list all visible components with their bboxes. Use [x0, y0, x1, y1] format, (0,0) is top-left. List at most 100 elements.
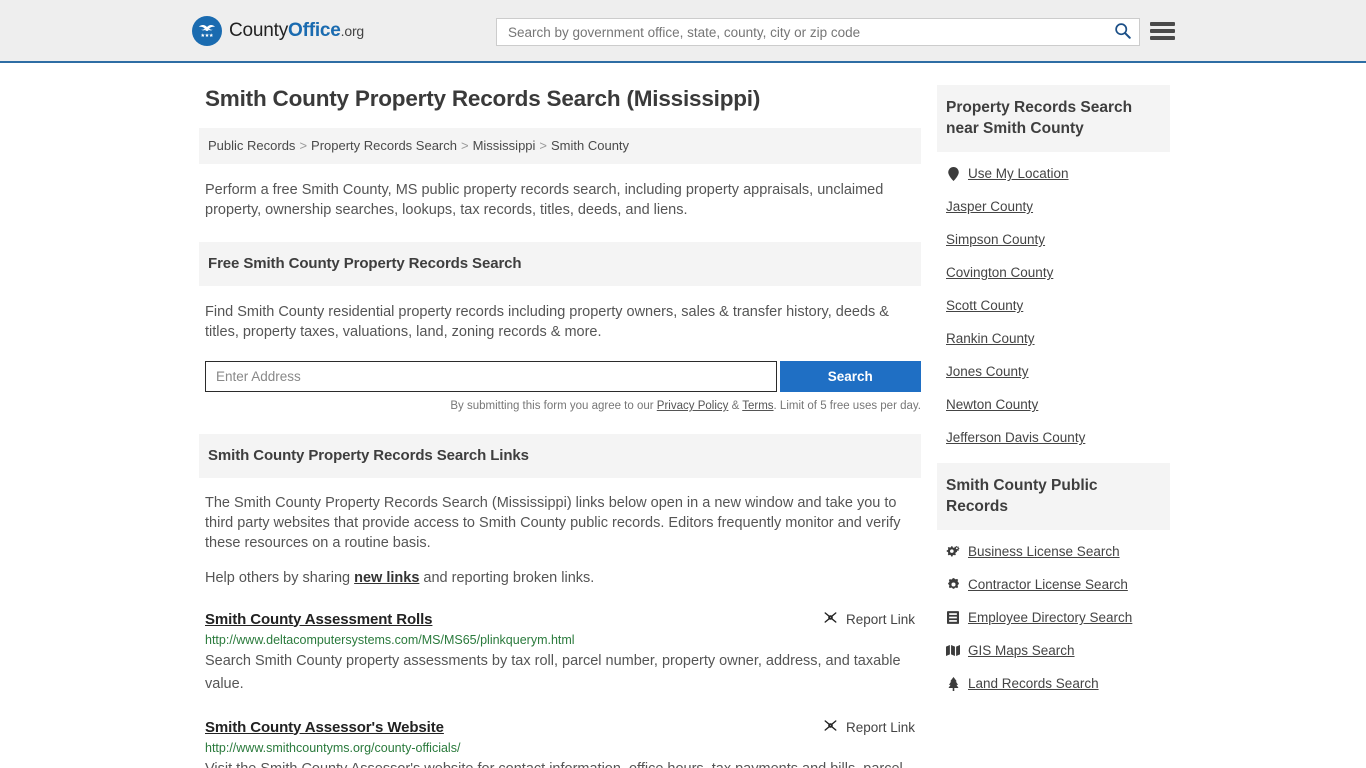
- sidebar-item-gis-maps-search[interactable]: GIS Maps Search: [946, 643, 1170, 658]
- sidebar-item-jasper-county[interactable]: Jasper County: [946, 199, 1170, 214]
- gear-icon: [946, 578, 960, 591]
- sidebar-link-scott-county[interactable]: Scott County: [946, 298, 1023, 313]
- breadcrumb-item-property-records-search[interactable]: Property Records Search: [311, 138, 457, 153]
- broken-link-icon: [823, 718, 838, 736]
- sidebar-link-jefferson-davis-county[interactable]: Jefferson Davis County: [946, 430, 1085, 445]
- breadcrumb-item-mississippi[interactable]: Mississippi: [473, 138, 536, 153]
- sidebar-public-records-box: Smith County Public Records Business Lic…: [937, 463, 1170, 691]
- resource-item: Smith County Assessor's Website Report L…: [205, 718, 921, 768]
- sidebar-link-contractor-license-search[interactable]: Contractor License Search: [968, 577, 1128, 592]
- terms-link[interactable]: Terms: [742, 400, 773, 412]
- sidebar-item-simpson-county[interactable]: Simpson County: [946, 232, 1170, 247]
- page-title: Smith County Property Records Search (Mi…: [205, 86, 761, 111]
- report-link-button[interactable]: Report Link: [823, 610, 915, 628]
- free-search-heading: Free Smith County Property Records Searc…: [199, 242, 921, 286]
- breadcrumb-item-smith-county[interactable]: Smith County: [551, 138, 629, 153]
- resource-url[interactable]: http://www.smithcountyms.org/county-offi…: [205, 741, 921, 755]
- sidebar-link-jones-county[interactable]: Jones County: [946, 364, 1029, 379]
- sidebar-nearby-heading: Property Records Search near Smith Count…: [937, 85, 1170, 152]
- sidebar-link-business-license-search[interactable]: Business License Search: [968, 544, 1120, 559]
- global-search-input[interactable]: [497, 23, 1105, 41]
- sidebar-item-covington-county[interactable]: Covington County: [946, 265, 1170, 280]
- new-links-link[interactable]: new links: [354, 570, 419, 586]
- breadcrumb: Public Records > Property Records Search > M…: [199, 128, 921, 164]
- sidebar-link-jasper-county[interactable]: Jasper County: [946, 199, 1033, 214]
- resource-topline: Smith County Assessment Rolls Report Lin…: [205, 610, 921, 628]
- resource-item: Smith County Assessment Rolls Report Lin…: [205, 610, 921, 696]
- page-body: Smith County Property Records Search (Mi…: [0, 63, 1366, 768]
- disclaimer-suffix: . Limit of 5 free uses per day.: [773, 400, 921, 412]
- sidebar-link-land-records-search[interactable]: Land Records Search: [968, 676, 1099, 691]
- search-button[interactable]: [1105, 19, 1139, 45]
- sidebar-link-employee-directory-search[interactable]: Employee Directory Search: [968, 610, 1132, 625]
- broken-link-icon: [823, 610, 838, 628]
- resource-url[interactable]: http://www.deltacomputersystems.com/MS/M…: [205, 633, 921, 647]
- logo-part-org: .org: [340, 22, 365, 39]
- report-link-label: Report Link: [845, 719, 915, 735]
- report-link-button[interactable]: Report Link: [823, 718, 915, 736]
- sidebar-nearby-list: Use My Location Jasper County Simpson Co…: [937, 152, 1170, 445]
- hamburger-bar-2: [1150, 29, 1175, 33]
- sidebar-item-business-license-search[interactable]: Business License Search: [946, 544, 1170, 559]
- resource-topline: Smith County Assessor's Website Report L…: [205, 718, 921, 736]
- sidebar-item-jones-county[interactable]: Jones County: [946, 364, 1170, 379]
- breadcrumb-item-public-records[interactable]: Public Records: [208, 138, 295, 153]
- sidebar-item-land-records-search[interactable]: Land Records Search: [946, 676, 1170, 691]
- map-icon: [946, 644, 960, 657]
- hamburger-bar-1: [1150, 22, 1175, 26]
- sidebar: Property Records Search near Smith Count…: [937, 85, 1170, 709]
- site-logo[interactable]: CountyOffice.org: [192, 15, 364, 46]
- intro-paragraph: Perform a free Smith County, MS public p…: [205, 182, 884, 218]
- resource-title-link[interactable]: Smith County Assessment Rolls: [205, 611, 433, 628]
- resource-description: Visit the Smith County Assessor's websit…: [205, 758, 921, 768]
- logo-part-county: County: [229, 19, 289, 41]
- links-section-heading: Smith County Property Records Search Lin…: [199, 434, 921, 478]
- sidebar-item-jefferson-davis-county[interactable]: Jefferson Davis County: [946, 430, 1170, 445]
- address-search-button[interactable]: Search: [779, 361, 921, 392]
- sidebar-item-newton-county[interactable]: Newton County: [946, 397, 1170, 412]
- sidebar-item-use-my-location[interactable]: Use My Location: [946, 166, 1170, 181]
- form-disclaimer: By submitting this form you agree to our…: [199, 400, 921, 412]
- disclaimer-amp: &: [728, 400, 743, 412]
- disclaimer-prefix: By submitting this form you agree to our: [450, 400, 657, 412]
- help-prefix: Help others by sharing: [205, 570, 355, 586]
- site-logo-text: CountyOffice.org: [229, 20, 364, 42]
- gears-icon: [946, 545, 960, 558]
- sidebar-link-newton-county[interactable]: Newton County: [946, 397, 1038, 412]
- sidebar-public-records-list: Business License Search Contractor Licen…: [937, 530, 1170, 691]
- privacy-policy-link[interactable]: Privacy Policy: [657, 400, 729, 412]
- sidebar-item-contractor-license-search[interactable]: Contractor License Search: [946, 577, 1170, 592]
- free-search-description: Find Smith County residential property r…: [205, 304, 889, 340]
- sidebar-public-records-heading: Smith County Public Records: [937, 463, 1170, 530]
- search-icon: [1114, 22, 1131, 42]
- links-section-paragraph: The Smith County Property Records Search…: [205, 495, 901, 551]
- sidebar-nearby-box: Property Records Search near Smith Count…: [937, 85, 1170, 445]
- links-section-help: Help others by sharing new links and rep…: [205, 568, 913, 588]
- logo-part-office: Office: [288, 19, 341, 41]
- resource-title-link[interactable]: Smith County Assessor's Website: [205, 719, 444, 736]
- sidebar-link-use-my-location[interactable]: Use My Location: [968, 166, 1069, 181]
- site-header: CountyOffice.org: [0, 0, 1366, 63]
- tree-icon: [946, 676, 960, 691]
- sidebar-link-rankin-county[interactable]: Rankin County: [946, 331, 1035, 346]
- sidebar-link-covington-county[interactable]: Covington County: [946, 265, 1053, 280]
- help-suffix: and reporting broken links.: [419, 570, 595, 586]
- address-search-form: Search: [205, 361, 921, 392]
- breadcrumb-separator-2: >: [460, 138, 469, 153]
- sidebar-link-simpson-county[interactable]: Simpson County: [946, 232, 1045, 247]
- hamburger-bar-3: [1150, 36, 1175, 40]
- breadcrumb-separator-1: >: [299, 138, 308, 153]
- global-search-bar[interactable]: [496, 18, 1140, 46]
- address-input[interactable]: [205, 361, 777, 392]
- sidebar-item-scott-county[interactable]: Scott County: [946, 298, 1170, 313]
- map-pin-icon: [946, 166, 960, 181]
- resource-description: Search Smith County property assessments…: [205, 653, 901, 692]
- list-icon: [946, 611, 960, 624]
- menu-toggle-button[interactable]: [1150, 20, 1175, 42]
- sidebar-item-employee-directory-search[interactable]: Employee Directory Search: [946, 610, 1170, 625]
- sidebar-item-rankin-county[interactable]: Rankin County: [946, 331, 1170, 346]
- report-link-label: Report Link: [845, 611, 915, 627]
- breadcrumb-separator-3: >: [539, 138, 548, 153]
- main-content: Smith County Property Records Search (Mi…: [199, 85, 921, 768]
- sidebar-link-gis-maps-search[interactable]: GIS Maps Search: [968, 643, 1075, 658]
